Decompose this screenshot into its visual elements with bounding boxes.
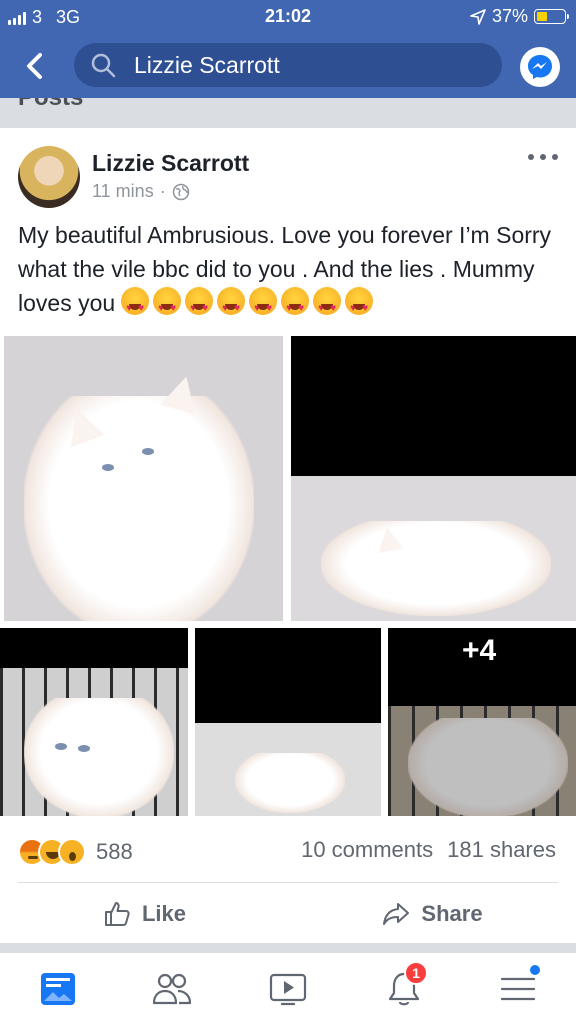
heart-eyes-emoji-icon <box>185 287 214 326</box>
messenger-button[interactable] <box>520 47 560 87</box>
section-title: Posts <box>18 98 83 112</box>
news-feed-icon <box>41 973 75 1005</box>
photo-kitten-more[interactable]: +4 <box>388 628 576 816</box>
notifications-badge: 1 <box>404 961 428 985</box>
tab-friends[interactable] <box>152 969 192 1009</box>
photo-kitten-lying[interactable] <box>195 628 381 816</box>
photo-kitten-sleeping[interactable] <box>291 336 576 621</box>
location-arrow-icon <box>470 8 486 25</box>
menu-update-dot <box>530 965 540 975</box>
photo-kitten-in-crate[interactable] <box>0 628 188 816</box>
post-author[interactable]: Lizzie Scarrott <box>92 150 249 177</box>
heart-eyes-emoji-icon <box>153 287 182 326</box>
battery-icon <box>534 9 569 24</box>
heart-eyes-emoji-row <box>121 287 374 326</box>
thumbs-up-icon <box>104 902 130 926</box>
messenger-icon <box>528 55 552 79</box>
like-label: Like <box>141 901 187 926</box>
battery-area: 37% <box>470 6 569 27</box>
post-actions: Like Share <box>0 890 576 938</box>
tab-news-feed[interactable] <box>38 969 78 1009</box>
search-bar[interactable]: Lizzie Scarrott <box>74 43 502 87</box>
heart-eyes-emoji-icon <box>217 287 246 326</box>
share-label: Share <box>421 901 483 926</box>
post-time[interactable]: 11 mins <box>92 181 154 202</box>
like-button[interactable]: Like <box>0 890 288 938</box>
more-options-button[interactable] <box>528 154 558 164</box>
reaction-summary[interactable]: 588 <box>18 838 133 866</box>
divider <box>18 882 558 883</box>
search-icon <box>91 53 116 78</box>
battery-percent: 37% <box>491 6 528 26</box>
comments-count[interactable]: 10 comments <box>301 837 433 863</box>
back-button[interactable] <box>18 48 54 84</box>
friends-icon <box>152 973 192 1005</box>
tab-watch[interactable] <box>268 969 308 1009</box>
status-bar: 3 3G 21:02 37% <box>0 0 576 34</box>
post-card: Lizzie Scarrott 11 mins · My beautiful A… <box>0 128 576 943</box>
heart-eyes-emoji-icon <box>121 287 150 326</box>
tab-notifications[interactable]: 1 <box>384 961 428 1009</box>
heart-eyes-emoji-icon <box>345 287 374 326</box>
reaction-count: 588 <box>96 839 133 864</box>
engagement-counts: 10 comments 181 shares <box>301 837 556 863</box>
wow-reaction-icon <box>58 838 86 866</box>
post-text: My beautiful Ambrusious. Love you foreve… <box>18 218 563 326</box>
heart-eyes-emoji-icon <box>313 287 342 326</box>
avatar[interactable] <box>18 146 80 208</box>
chevron-left-icon <box>27 53 42 79</box>
meta-separator: · <box>159 181 166 201</box>
more-photos-count: +4 <box>462 634 497 667</box>
tab-menu[interactable] <box>498 965 540 1009</box>
globe-icon <box>172 183 189 200</box>
menu-icon <box>500 977 536 1001</box>
shares-count[interactable]: 181 shares <box>447 837 556 863</box>
top-navigation: Lizzie Scarrott <box>0 34 576 98</box>
share-arrow-icon <box>383 903 410 925</box>
search-input[interactable]: Lizzie Scarrott <box>134 52 280 79</box>
heart-eyes-emoji-icon <box>281 287 310 326</box>
photo-kitten-sitting[interactable] <box>4 336 283 621</box>
section-header: Posts <box>0 98 576 126</box>
post-meta: 11 mins · <box>92 181 190 202</box>
heart-eyes-emoji-icon <box>249 287 278 326</box>
watch-icon <box>269 973 307 1006</box>
share-button[interactable]: Share <box>288 890 576 938</box>
bottom-tab-bar: 1 <box>0 952 576 1024</box>
